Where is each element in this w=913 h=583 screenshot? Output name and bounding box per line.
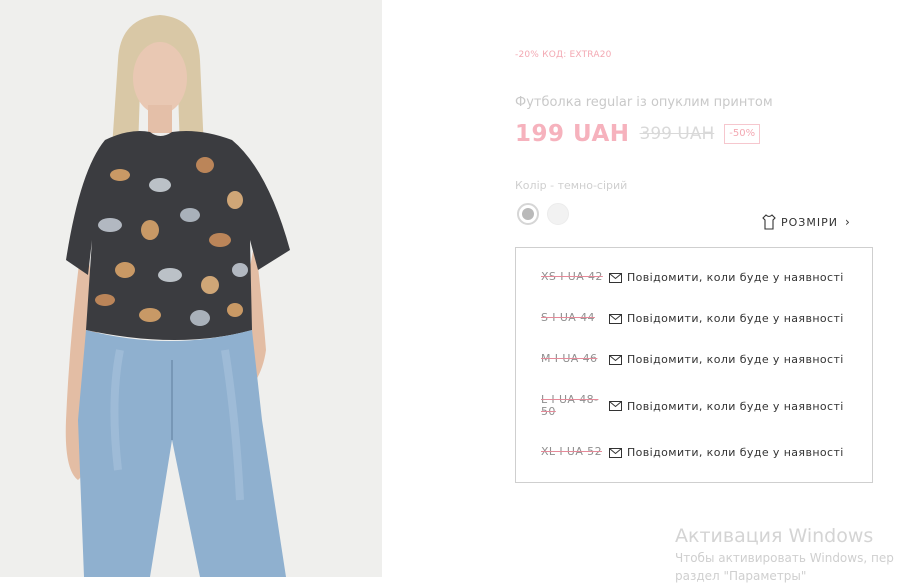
envelope-icon xyxy=(609,313,622,324)
color-label: Колір - темно-сірий xyxy=(515,179,628,192)
color-swatch-dark-grey[interactable] xyxy=(517,203,539,225)
tshirt-icon xyxy=(762,214,776,230)
envelope-icon xyxy=(609,272,622,283)
envelope-icon xyxy=(609,447,622,458)
notify-availability[interactable]: Повідомити, коли буде у наявності xyxy=(609,400,844,413)
discount-badge: -50% xyxy=(724,124,761,144)
chevron-right-icon: › xyxy=(844,215,851,229)
old-price: 399 UAH xyxy=(639,124,715,144)
notify-label: Повідомити, коли буде у наявності xyxy=(627,353,844,366)
size-row-l[interactable]: L I UA 48-50 Повідомити, коли буде у ная… xyxy=(541,394,844,418)
notify-availability[interactable]: Повідомити, коли буде у наявності xyxy=(609,312,844,325)
size-label: L I UA 48-50 xyxy=(541,393,599,418)
notify-label: Повідомити, коли буде у наявності xyxy=(627,446,844,459)
notify-availability[interactable]: Повідомити, коли буде у наявності xyxy=(609,353,844,366)
windows-activation-text-2: раздел "Параметры" xyxy=(675,569,807,583)
size-label: XS I UA 42 xyxy=(541,270,603,283)
windows-activation-text: Чтобы активировать Windows, пер xyxy=(675,551,894,565)
color-swatch-light[interactable] xyxy=(547,203,569,225)
size-row-m[interactable]: M I UA 46 Повідомити, коли буде у наявно… xyxy=(541,352,844,367)
size-row-s[interactable]: S I UA 44 Повідомити, коли буде у наявно… xyxy=(541,311,844,326)
price-row: 199 UAH 399 UAH -50% xyxy=(515,121,761,147)
size-list: XS I UA 42 Повідомити, коли буде у наявн… xyxy=(515,247,873,483)
size-guide-link[interactable]: РОЗМІРИ › xyxy=(762,214,851,230)
envelope-icon xyxy=(609,354,622,365)
notify-availability[interactable]: Повідомити, коли буде у наявності xyxy=(609,271,844,284)
notify-availability[interactable]: Повідомити, коли буде у наявності xyxy=(609,446,844,459)
size-row-xl[interactable]: XL I UA 52 Повідомити, коли буде у наявн… xyxy=(541,445,844,460)
size-guide-label: РОЗМІРИ xyxy=(781,215,838,229)
size-label: XL I UA 52 xyxy=(541,445,602,458)
envelope-icon xyxy=(609,401,622,411)
notify-label: Повідомити, коли буде у наявності xyxy=(627,271,844,284)
product-title: Футболка regular із опуклим принтом xyxy=(515,95,773,110)
size-label: M I UA 46 xyxy=(541,352,598,365)
notify-label: Повідомити, коли буде у наявності xyxy=(627,399,844,413)
notify-label: Повідомити, коли буде у наявності xyxy=(627,312,844,325)
windows-activation-title: Активация Windows xyxy=(675,525,874,547)
size-label: S I UA 44 xyxy=(541,311,595,324)
promo-code-text: -20% КОД: EXTRA20 xyxy=(515,50,612,60)
current-price: 199 UAH xyxy=(515,121,630,147)
product-photo[interactable] xyxy=(0,0,382,577)
size-row-xs[interactable]: XS I UA 42 Повідомити, коли буде у наявн… xyxy=(541,270,844,285)
